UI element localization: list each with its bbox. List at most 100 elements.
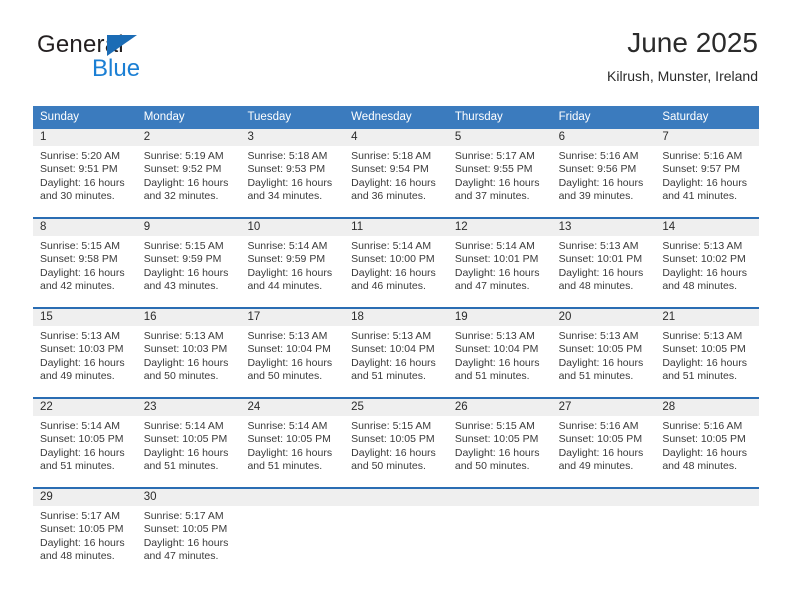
sunrise-time: Sunrise: 5:15 AM xyxy=(454,420,535,432)
daylight-duration: Daylight: 16 hours and 48 minutes. xyxy=(40,536,125,563)
calendar-day-cell[interactable]: 1 Sunrise: 5:20 AM Sunset: 9:51 PM Daylight… xyxy=(33,129,137,217)
sunset-time: Sunset: 9:58 PM xyxy=(40,253,118,266)
calendar-day-cell[interactable]: 7 Sunrise: 5:16 AM Sunset: 9:57 PM Daylight… xyxy=(655,129,760,217)
daylight-duration: Daylight: 16 hours and 50 minutes. xyxy=(247,356,333,383)
calendar-day-cell[interactable]: 30 Sunrise: 5:17 AM Sunset: 10:05 PM Daylig… xyxy=(136,489,241,577)
daylight-duration: Daylight: 16 hours and 51 minutes. xyxy=(454,356,540,383)
calendar-day-cell[interactable]: 4 Sunrise: 5:18 AM Sunset: 9:54 PM Daylight… xyxy=(344,129,448,217)
calendar-day-cell[interactable]: 5 Sunrise: 5:17 AM Sunset: 9:55 PM Daylight… xyxy=(447,129,552,217)
calendar-day-cell[interactable]: 19 Sunrise: 5:13 AM Sunset: 10:04 PM Daylig… xyxy=(447,309,552,397)
day-details: Sunrise: 5:13 AM Sunset: 10:03 PM Daylight… xyxy=(137,326,241,384)
sunrise-time: Sunrise: 5:13 AM xyxy=(40,330,120,342)
calendar-day-cell[interactable]: 12 Sunrise: 5:14 AM Sunset: 10:01 PM Daylig… xyxy=(447,219,552,307)
day-number: 6 xyxy=(551,129,656,146)
day-number: 20 xyxy=(551,309,656,326)
calendar-day-cell[interactable]: 22 Sunrise: 5:14 AM Sunset: 10:05 PM Daylig… xyxy=(33,399,137,487)
daylight-duration: Daylight: 16 hours and 49 minutes. xyxy=(40,356,125,383)
day-number: 23 xyxy=(136,399,241,416)
calendar-weeks: 1 Sunrise: 5:20 AM Sunset: 9:51 PM Daylight… xyxy=(33,129,760,577)
daylight-duration: Daylight: 16 hours and 47 minutes. xyxy=(143,536,229,563)
day-details: Sunrise: 5:14 AM Sunset: 9:59 PM Daylight:… xyxy=(240,236,344,294)
sunrise-time: Sunrise: 5:13 AM xyxy=(143,330,224,342)
day-details: Sunrise: 5:17 AM Sunset: 10:05 PM Daylight… xyxy=(33,506,137,564)
calendar-day-cell[interactable]: 24 Sunrise: 5:14 AM Sunset: 10:05 PM Daylig… xyxy=(240,399,345,487)
daylight-duration: Daylight: 16 hours and 39 minutes. xyxy=(558,176,644,203)
calendar-day-cell-empty xyxy=(551,489,656,577)
day-number xyxy=(240,489,345,506)
calendar-day-cell-empty xyxy=(655,489,760,577)
weekday-header-monday: Monday xyxy=(143,111,185,123)
daylight-duration: Daylight: 16 hours and 50 minutes. xyxy=(351,446,436,473)
day-number: 14 xyxy=(655,219,760,236)
sunset-time: Sunset: 10:00 PM xyxy=(351,253,435,266)
day-number: 28 xyxy=(655,399,760,416)
calendar-day-cell[interactable]: 29 Sunrise: 5:17 AM Sunset: 10:05 PM Daylig… xyxy=(33,489,137,577)
day-details: Sunrise: 5:13 AM Sunset: 10:03 PM Daylight… xyxy=(33,326,137,384)
day-number: 30 xyxy=(136,489,241,506)
calendar-day-cell[interactable]: 9 Sunrise: 5:15 AM Sunset: 9:59 PM Daylight… xyxy=(136,219,241,307)
daylight-duration: Daylight: 16 hours and 48 minutes. xyxy=(558,266,644,293)
sunrise-time: Sunrise: 5:15 AM xyxy=(143,240,224,252)
calendar-day-cell[interactable]: 6 Sunrise: 5:16 AM Sunset: 9:56 PM Daylight… xyxy=(551,129,656,217)
calendar-day-cell[interactable]: 15 Sunrise: 5:13 AM Sunset: 10:03 PM Daylig… xyxy=(33,309,137,397)
daylight-duration: Daylight: 16 hours and 48 minutes. xyxy=(662,446,747,473)
daylight-duration: Daylight: 16 hours and 51 minutes. xyxy=(662,356,747,383)
weekday-header-row: Sunday Monday Tuesday Wednesday Thursday… xyxy=(33,106,759,129)
sunset-time: Sunset: 9:51 PM xyxy=(40,163,118,176)
title-block: June 2025 Kilrush, Munster, Ireland xyxy=(607,26,758,86)
sunset-time: Sunset: 10:03 PM xyxy=(40,343,124,356)
sunset-time: Sunset: 10:05 PM xyxy=(247,433,331,446)
calendar-week-row: 8 Sunrise: 5:15 AM Sunset: 9:58 PM Daylight… xyxy=(33,217,760,307)
calendar-day-cell[interactable]: 21 Sunrise: 5:13 AM Sunset: 10:05 PM Daylig… xyxy=(655,309,760,397)
calendar-day-cell[interactable]: 26 Sunrise: 5:15 AM Sunset: 10:05 PM Daylig… xyxy=(447,399,552,487)
calendar-day-cell-empty xyxy=(344,489,448,577)
calendar-day-cell[interactable]: 13 Sunrise: 5:13 AM Sunset: 10:01 PM Daylig… xyxy=(551,219,656,307)
daylight-duration: Daylight: 16 hours and 34 minutes. xyxy=(247,176,333,203)
sunrise-time: Sunrise: 5:17 AM xyxy=(40,510,120,522)
day-number: 8 xyxy=(33,219,137,236)
day-details: Sunrise: 5:16 AM Sunset: 9:57 PM Daylight:… xyxy=(655,146,759,204)
sunset-time: Sunset: 10:05 PM xyxy=(662,343,746,356)
daylight-duration: Daylight: 16 hours and 42 minutes. xyxy=(40,266,125,293)
calendar-day-cell[interactable]: 8 Sunrise: 5:15 AM Sunset: 9:58 PM Daylight… xyxy=(33,219,137,307)
sunset-time: Sunset: 10:05 PM xyxy=(558,433,643,446)
sunrise-time: Sunrise: 5:16 AM xyxy=(558,420,639,432)
calendar-day-cell[interactable]: 27 Sunrise: 5:16 AM Sunset: 10:05 PM Daylig… xyxy=(551,399,656,487)
sunset-time: Sunset: 10:04 PM xyxy=(351,343,435,356)
sunrise-time: Sunrise: 5:14 AM xyxy=(247,420,328,432)
day-number: 21 xyxy=(655,309,760,326)
calendar-day-cell[interactable]: 11 Sunrise: 5:14 AM Sunset: 10:00 PM Daylig… xyxy=(344,219,448,307)
calendar-day-cell[interactable]: 25 Sunrise: 5:15 AM Sunset: 10:05 PM Daylig… xyxy=(344,399,448,487)
day-details: Sunrise: 5:13 AM Sunset: 10:02 PM Daylight… xyxy=(655,236,759,294)
calendar-day-cell[interactable]: 16 Sunrise: 5:13 AM Sunset: 10:03 PM Daylig… xyxy=(136,309,241,397)
calendar-day-cell[interactable]: 14 Sunrise: 5:13 AM Sunset: 10:02 PM Daylig… xyxy=(655,219,760,307)
page-header: General Blue June 2025 Kilrush, Munster,… xyxy=(34,26,758,98)
calendar-day-cell[interactable]: 20 Sunrise: 5:13 AM Sunset: 10:05 PM Daylig… xyxy=(551,309,656,397)
calendar-day-cell[interactable]: 2 Sunrise: 5:19 AM Sunset: 9:52 PM Daylight… xyxy=(136,129,241,217)
calendar-grid: Sunday Monday Tuesday Wednesday Thursday… xyxy=(33,106,760,577)
general-blue-logo[interactable]: General Blue xyxy=(34,32,234,92)
calendar-page: General Blue June 2025 Kilrush, Munster,… xyxy=(0,0,792,612)
sunrise-time: Sunrise: 5:18 AM xyxy=(247,150,328,162)
calendar-day-cell[interactable]: 17 Sunrise: 5:13 AM Sunset: 10:04 PM Daylig… xyxy=(240,309,345,397)
day-details: Sunrise: 5:14 AM Sunset: 10:00 PM Daylight… xyxy=(344,236,448,294)
daylight-duration: Daylight: 16 hours and 51 minutes. xyxy=(558,356,644,383)
day-details: Sunrise: 5:14 AM Sunset: 10:05 PM Daylight… xyxy=(33,416,137,474)
day-number: 2 xyxy=(136,129,241,146)
calendar-day-cell[interactable]: 3 Sunrise: 5:18 AM Sunset: 9:53 PM Daylight… xyxy=(240,129,345,217)
calendar-day-cell[interactable]: 28 Sunrise: 5:16 AM Sunset: 10:05 PM Daylig… xyxy=(655,399,760,487)
sunrise-time: Sunrise: 5:14 AM xyxy=(40,420,120,432)
daylight-duration: Daylight: 16 hours and 51 minutes. xyxy=(143,446,229,473)
sunset-time: Sunset: 9:56 PM xyxy=(558,163,637,176)
calendar-day-cell[interactable]: 10 Sunrise: 5:14 AM Sunset: 9:59 PM Dayligh… xyxy=(240,219,345,307)
sunset-time: Sunset: 10:05 PM xyxy=(40,433,124,446)
day-details: Sunrise: 5:14 AM Sunset: 10:05 PM Daylight… xyxy=(240,416,344,474)
calendar-day-cell[interactable]: 23 Sunrise: 5:14 AM Sunset: 10:05 PM Daylig… xyxy=(136,399,241,487)
daylight-duration: Daylight: 16 hours and 36 minutes. xyxy=(351,176,436,203)
day-details: Sunrise: 5:20 AM Sunset: 9:51 PM Daylight:… xyxy=(33,146,137,204)
sunset-time: Sunset: 9:59 PM xyxy=(143,253,222,266)
sunset-time: Sunset: 10:02 PM xyxy=(662,253,746,266)
day-number: 4 xyxy=(344,129,448,146)
sunset-time: Sunset: 10:05 PM xyxy=(143,433,228,446)
calendar-day-cell[interactable]: 18 Sunrise: 5:13 AM Sunset: 10:04 PM Daylig… xyxy=(344,309,448,397)
